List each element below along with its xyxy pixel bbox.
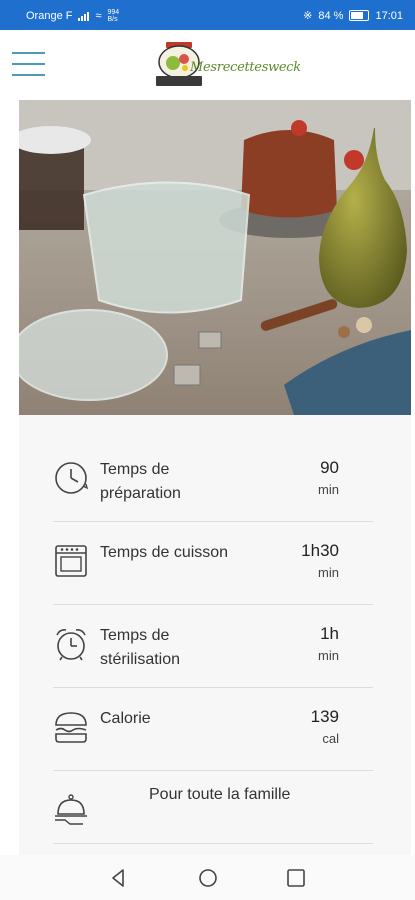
back-icon[interactable] xyxy=(108,867,130,889)
battery-icon xyxy=(349,10,370,21)
info-label: Calorie xyxy=(100,710,151,727)
info-unit: min xyxy=(318,482,339,497)
oven-icon xyxy=(55,545,87,577)
network-speed: 994 B/s xyxy=(107,9,120,23)
navigation-bar xyxy=(0,855,415,900)
signal-icon xyxy=(78,11,90,21)
home-icon[interactable] xyxy=(197,867,219,889)
recipe-photo xyxy=(19,100,411,415)
servings-text: Pour toute la famille xyxy=(149,786,291,803)
info-row-sterilisation: Temps de stérilisation 1h min xyxy=(53,604,373,688)
info-unit: min xyxy=(318,648,339,663)
recent-apps-icon[interactable] xyxy=(285,867,307,889)
info-row-calories: Calorie 139 cal xyxy=(53,687,373,771)
alarm-clock-icon xyxy=(56,629,86,661)
menu-button[interactable] xyxy=(12,52,45,78)
menu-icon xyxy=(12,52,45,54)
info-value: 90 xyxy=(320,458,339,477)
status-bar: Orange F ≈ 994 B/s ※ 84 % 17:01 xyxy=(0,0,415,30)
logo[interactable]: Mesrecettesweck xyxy=(152,38,301,94)
info-label: Temps de préparation xyxy=(100,461,181,502)
info-value: 139 xyxy=(310,707,339,726)
clock-icon xyxy=(55,462,89,494)
bluetooth-icon: ※ xyxy=(303,10,313,22)
info-row-cooking: Temps de cuisson 1h30 min xyxy=(53,521,373,605)
info-unit: min xyxy=(318,565,339,580)
battery-percent: 84 % xyxy=(318,9,344,22)
app-bar: Mesrecettesweck xyxy=(0,30,415,100)
info-unit: cal xyxy=(322,731,339,746)
info-label: Temps de cuisson xyxy=(100,544,229,561)
clock-time: 17:01 xyxy=(375,9,403,22)
info-value: 1h xyxy=(320,624,339,643)
logo-text: Mesrecettesweck xyxy=(190,60,301,75)
info-label: Temps de stérilisation xyxy=(100,627,181,668)
serving-dish-icon xyxy=(55,794,87,825)
info-row-servings: Pour toute la famille xyxy=(53,770,373,844)
burger-icon xyxy=(55,712,87,743)
carrier-name: Orange F xyxy=(26,10,73,22)
recipe-info-card: Temps de préparation 90 min Temps de cui… xyxy=(19,415,411,855)
wifi-icon: ≈ xyxy=(95,10,102,22)
info-row-preparation: Temps de préparation 90 min xyxy=(53,438,373,522)
info-value: 1h30 xyxy=(301,541,339,560)
